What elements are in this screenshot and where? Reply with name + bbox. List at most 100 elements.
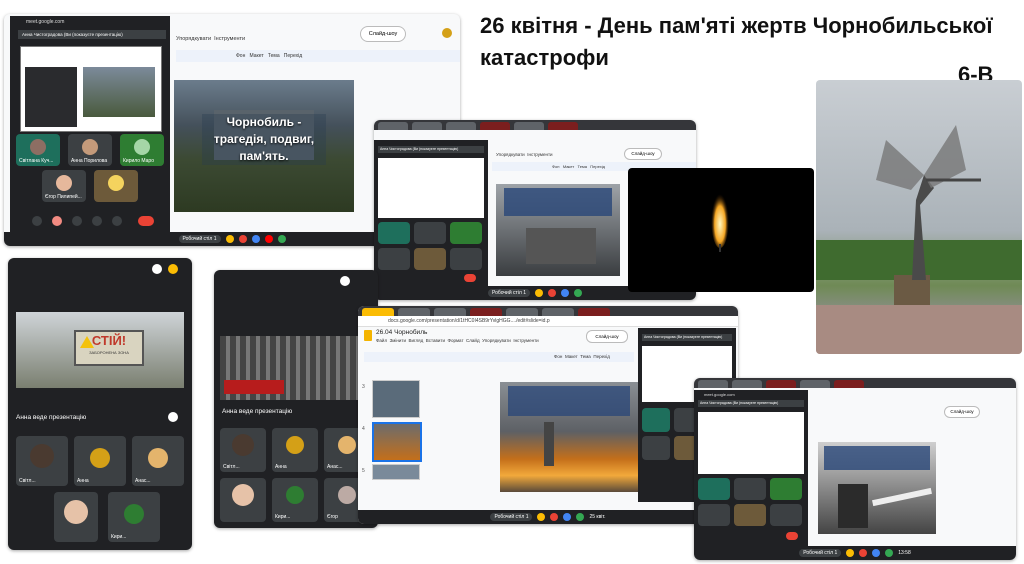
camera-off-button[interactable] — [52, 216, 62, 226]
presenting-label: Анна веде презентацію — [222, 408, 293, 415]
meet-icon[interactable] — [277, 235, 286, 243]
toolbar-theme[interactable]: Тема — [578, 164, 587, 169]
slide-thumbnail-selected[interactable] — [372, 422, 422, 462]
chrome-icon[interactable] — [225, 235, 234, 243]
gmail-icon[interactable] — [548, 289, 556, 297]
mic-button[interactable] — [32, 216, 42, 226]
screenshot-meet-slides-3: meet.google.com Анна Чистоградова (Ви (п… — [694, 378, 1016, 560]
toolbar-layout[interactable]: Макет — [250, 53, 264, 59]
toolbar-background[interactable]: Фон — [236, 53, 245, 59]
audio-level-icon — [168, 264, 178, 274]
youtube-icon[interactable] — [264, 235, 273, 243]
menu-view[interactable]: Вигляд — [409, 338, 424, 343]
slide-thumbnail[interactable] — [372, 464, 420, 480]
fire-slide — [500, 382, 638, 492]
docs-icon[interactable] — [563, 513, 572, 521]
participant-tile: Кирило Маро — [120, 134, 164, 166]
firefighters-slide — [818, 442, 936, 534]
mic-icon[interactable] — [340, 276, 350, 286]
toolbar-transition[interactable]: Перехід — [590, 164, 605, 169]
menu-file[interactable]: Файл — [376, 338, 387, 343]
meet-url: meet.google.com — [704, 392, 735, 397]
participant-tile — [220, 478, 266, 522]
menu-arrange[interactable]: Упорядкувати — [482, 338, 511, 343]
taskbar: Робочий стіл 1 25 квіт. — [358, 510, 738, 524]
chrome-icon[interactable] — [846, 549, 855, 557]
end-call-button[interactable] — [464, 274, 476, 282]
desk-label[interactable]: Робочий стіл 1 — [490, 513, 533, 521]
gmail-icon[interactable] — [859, 549, 868, 557]
slideshow-button[interactable]: Слайд-шоу — [586, 330, 628, 343]
slideshow-button[interactable]: Слайд-шоу — [360, 26, 406, 42]
meet-icon[interactable] — [574, 289, 582, 297]
mic-icon[interactable] — [152, 264, 162, 274]
emoji-button[interactable] — [72, 216, 82, 226]
present-button[interactable] — [92, 216, 102, 226]
slides-menubar: Упорядкувати Інструменти — [176, 36, 456, 48]
chrome-icon[interactable] — [535, 289, 543, 297]
participant-tile: Світл... — [220, 428, 266, 472]
account-avatar[interactable] — [442, 28, 452, 38]
meet-panel: Анна Чистоградова (Ви (показуєте презент… — [374, 140, 488, 286]
toolbar-transition[interactable]: Перехід — [593, 354, 610, 359]
shared-screen-thumb — [20, 46, 162, 132]
menu-arrange[interactable]: Упорядкувати — [496, 152, 525, 157]
fullscreen-icon[interactable] — [168, 412, 178, 422]
menu-insert[interactable]: Вставити — [426, 338, 445, 343]
docs-icon[interactable] — [251, 235, 260, 243]
toolbar-layout[interactable]: Макет — [565, 354, 578, 359]
meet-panel: meet.google.com Анна Чистоградова (Ви (п… — [10, 16, 170, 236]
sign-subtext: ЗАБОРОНЕНА ЗОНА — [89, 350, 129, 355]
meet-icon[interactable] — [885, 549, 894, 557]
menu-tools[interactable]: Інструменти — [527, 152, 552, 157]
participant-tile: Анна — [74, 436, 126, 486]
slideshow-button[interactable]: Слайд-шоу — [624, 148, 662, 160]
toolbar-transition[interactable]: Перехід — [284, 53, 302, 59]
desk-label[interactable]: Робочий стіл 1 — [488, 289, 530, 297]
toolbar-background[interactable]: Фон — [554, 354, 562, 359]
gmail-icon[interactable] — [238, 235, 247, 243]
menu-slide[interactable]: Слайд — [466, 338, 480, 343]
docs-icon[interactable] — [872, 549, 881, 557]
screenshot-phone-meet-2: Анна веде презентацію Світл... Анна Анас… — [214, 270, 378, 528]
docs-icon[interactable] — [561, 289, 569, 297]
end-call-button[interactable] — [138, 216, 154, 226]
participant-tile: Кири... — [108, 492, 160, 542]
toolbar-background[interactable]: Фон — [552, 164, 559, 169]
presenter-bar: Анна Чистоградова (Ви (показуєте презент… — [18, 30, 166, 39]
address-bar[interactable]: docs.google.com/presentation/d/1tHC0I4SB… — [358, 316, 738, 327]
candle-image — [628, 168, 814, 292]
participant-tile: Світл... — [16, 436, 68, 486]
raise-hand-button[interactable] — [112, 216, 122, 226]
menu-edit[interactable]: Змінити — [390, 338, 406, 343]
presenter-bar: Анна Чистоградова (Ви (показуєте презент… — [378, 146, 484, 153]
gmail-icon[interactable] — [550, 513, 559, 521]
slides-toolbar: Фон Макет Тема Перехід — [176, 50, 460, 62]
slide-number: 5 — [362, 468, 365, 474]
toolbar-layout[interactable]: Макет — [563, 164, 574, 169]
menu-tools[interactable]: Інструменти — [214, 36, 245, 42]
slideshow-button[interactable]: Слайд-шоу — [944, 406, 980, 418]
toolbar-theme[interactable]: Тема — [268, 53, 280, 59]
slides-toolbar: Фон Макет Тема Перехід — [364, 352, 634, 362]
menu-tools[interactable]: Інструменти — [513, 338, 538, 343]
meet-url: meet.google.com — [26, 19, 65, 25]
end-call-button[interactable] — [786, 532, 798, 540]
page-title: 26 квітня - День пам'яті жертв Чорнобиль… — [480, 13, 993, 70]
presenter-bar: Анна Чистоградова (Ви (показуєте презент… — [642, 334, 732, 341]
desk-label[interactable]: Робочий стіл 1 — [799, 549, 842, 557]
slides-logo-icon[interactable] — [364, 330, 372, 341]
control-room-slide — [220, 336, 372, 400]
title-slide-text: Чорнобиль - трагедія, подвиг, пам'ять. — [202, 114, 326, 165]
slide-thumbnail[interactable] — [372, 380, 420, 418]
meet-panel: meet.google.com Анна Чистоградова (Ви (п… — [694, 390, 808, 546]
desk-label[interactable]: Робочий стіл 1 — [178, 235, 221, 243]
date-label: 25 квіт. — [589, 514, 606, 520]
doc-title[interactable]: 26.04 Чорнобиль — [376, 329, 427, 336]
chrome-icon[interactable] — [537, 513, 546, 521]
menu-arrange[interactable]: Упорядкувати — [176, 36, 211, 42]
menu-format[interactable]: Формат — [448, 338, 464, 343]
screenshot-slides-editor: docs.google.com/presentation/d/1tHC0I4SB… — [358, 306, 738, 524]
toolbar-theme[interactable]: Тема — [580, 354, 591, 359]
meet-icon[interactable] — [576, 513, 585, 521]
